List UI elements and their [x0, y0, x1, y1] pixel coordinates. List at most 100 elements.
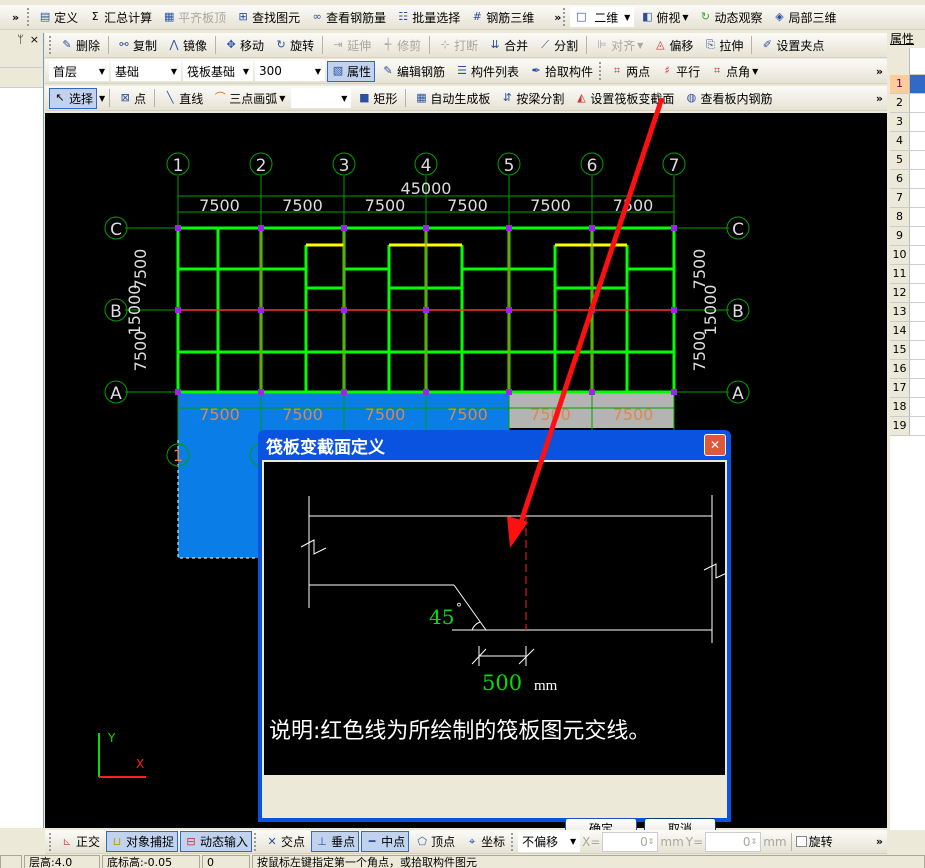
property-row[interactable]: 1: [890, 75, 925, 94]
select-dropdown[interactable]: ▼: [99, 94, 105, 103]
orbit-button[interactable]: ↻ 动态观察: [695, 7, 767, 28]
view-rebar-button[interactable]: ∞ 查看钢筋量: [306, 7, 390, 28]
find-element-button[interactable]: ⊞ 查找图元: [232, 7, 304, 28]
property-row[interactable]: 9: [890, 227, 925, 246]
property-row[interactable]: 13: [890, 303, 925, 322]
category-select[interactable]: 基础 ▼: [111, 61, 181, 81]
property-row[interactable]: 10: [890, 246, 925, 265]
total-height: 15000: [701, 285, 720, 336]
property-row[interactable]: 18: [890, 398, 925, 417]
y-label: Y=: [685, 834, 704, 849]
stretch-button[interactable]: ⎘ 拉伸: [699, 35, 747, 56]
property-row[interactable]: 7: [890, 189, 925, 208]
cube-icon: ◧: [642, 10, 653, 23]
toolbar-overflow-2[interactable]: »: [554, 11, 561, 24]
pin-icon[interactable]: ᛘ: [17, 33, 24, 48]
property-row[interactable]: 12: [890, 284, 925, 303]
rectangle-icon: ■: [359, 91, 370, 104]
property-row[interactable]: 6: [890, 170, 925, 189]
ortho-toggle[interactable]: ⊾ 正交: [56, 831, 104, 852]
property-row[interactable]: 11: [890, 265, 925, 284]
x-input[interactable]: 0 ⇕: [602, 831, 659, 852]
close-icon[interactable]: ×: [30, 33, 39, 48]
stretch-icon: ⎘: [705, 38, 715, 51]
summary-calc-button[interactable]: Σ 汇总计算: [84, 7, 156, 28]
axis-label: 2: [256, 156, 267, 176]
break-button[interactable]: ⊹ 打断: [434, 35, 482, 56]
view-mode-select[interactable]: □ 二维 ▼: [570, 7, 635, 27]
auto-generate-button[interactable]: ▦ 自动生成板: [410, 88, 494, 109]
floor-select[interactable]: 首层 ▼: [49, 61, 109, 81]
row-number: 7: [890, 189, 910, 207]
select-button[interactable]: ↖ 选择: [49, 87, 98, 109]
point-angle-axis-button[interactable]: ⌗ 点角 ▼: [706, 61, 762, 82]
pick-component-button[interactable]: ✒ 拾取构件: [525, 61, 597, 82]
two-point-axis-button[interactable]: ⌗ 两点: [606, 61, 654, 82]
intersection-snap[interactable]: ✕ 交点: [261, 831, 309, 852]
offset-button[interactable]: ◬ 偏移: [649, 35, 697, 56]
toolbar-overflow-4[interactable]: »: [876, 92, 883, 105]
offset-select[interactable]: 不偏移 ▼: [518, 831, 581, 852]
toolbar-overflow-5[interactable]: »: [876, 835, 883, 848]
section-change-dialog: 筏板变截面定义 ✕ 45 ° 500 mm 说明:红色线为所绘制的筏板图元交线。: [258, 430, 731, 840]
property-row[interactable]: 8: [890, 208, 925, 227]
align-button[interactable]: ⊫ 对齐 ▼: [591, 35, 647, 56]
row-number: 18: [890, 398, 910, 416]
span-dimension: 7500: [365, 196, 406, 215]
define-button[interactable]: ▤ 定义: [34, 7, 82, 28]
cursor-icon: ↖: [55, 91, 65, 104]
parallel-axis-button[interactable]: ♯ 平行: [656, 61, 704, 82]
draw-mode-select[interactable]: ▼: [291, 88, 352, 108]
toolbar-overflow-3[interactable]: »: [876, 65, 883, 78]
trim-button[interactable]: ┽ 修剪: [377, 35, 425, 56]
local-3d-button[interactable]: ◈ 局部三维: [769, 7, 841, 28]
view-slab-rebar-button[interactable]: ◍ 查看板内钢筋: [680, 88, 776, 109]
move-button[interactable]: ✥ 移动: [220, 35, 268, 56]
type-select[interactable]: 筏板基础 ▼: [183, 61, 253, 81]
y-input[interactable]: 0 ⇕: [705, 831, 762, 852]
property-row[interactable]: 19: [890, 417, 925, 436]
rebar-3d-button[interactable]: # 钢筋三维: [466, 7, 538, 28]
property-row[interactable]: 14: [890, 322, 925, 341]
arc-button[interactable]: ⌒ 三点画弧 ▼: [209, 88, 289, 109]
midpoint-snap[interactable]: ━ 中点: [361, 831, 410, 852]
extend-button[interactable]: ⇥ 延伸: [327, 35, 375, 56]
point-button[interactable]: ⊠ 点: [114, 88, 150, 109]
property-row[interactable]: 4: [890, 132, 925, 151]
toolbar-overflow[interactable]: »: [12, 11, 19, 24]
set-section-change-button[interactable]: ◭ 设置筏板变截面: [570, 88, 678, 109]
properties-button[interactable]: ▧ 属性: [327, 60, 376, 82]
property-row[interactable]: 3: [890, 113, 925, 132]
property-row[interactable]: 17: [890, 379, 925, 398]
batch-select-button[interactable]: ☷ 批量选择: [392, 7, 464, 28]
align-top-button[interactable]: ▦ 平齐板顶: [158, 7, 230, 28]
toolbar-draw: ↖ 选择 ▼ ⊠ 点 ╲ 直线 ⌒ 三点画弧 ▼ ▼ ■ 矩形 ▦ 自动生成板 ⇵ 按梁分割 ◭ 设…: [45, 86, 887, 111]
row-number: 16: [890, 360, 910, 378]
dynamic-input-toggle[interactable]: ⊟ 动态输入: [180, 831, 253, 852]
delete-button[interactable]: ✎ 删除: [56, 35, 104, 56]
property-row[interactable]: 5: [890, 151, 925, 170]
rectangle-button[interactable]: ■ 矩形: [353, 88, 401, 109]
merge-button[interactable]: ⇊ 合并: [484, 35, 532, 56]
copy-button[interactable]: ⚯ 复制: [113, 35, 161, 56]
property-row[interactable]: 16: [890, 360, 925, 379]
perpendicular-snap[interactable]: ⊥ 垂点: [311, 831, 360, 852]
property-row[interactable]: 2: [890, 94, 925, 113]
line-button[interactable]: ╲ 直线: [159, 88, 207, 109]
component-list-button[interactable]: ☰ 构件列表: [451, 61, 523, 82]
property-row[interactable]: 15: [890, 341, 925, 360]
top-view-button[interactable]: ◧ 俯视 ▼: [636, 7, 692, 28]
set-grip-button[interactable]: ✐ 设置夹点: [756, 35, 828, 56]
mirror-button[interactable]: ⋀ 镜像: [163, 35, 211, 56]
split-button[interactable]: ⟋ 分割: [534, 35, 582, 56]
object-snap-toggle[interactable]: ⊔ 对象捕捉: [106, 831, 179, 852]
vertex-snap[interactable]: ⬠ 顶点: [411, 831, 459, 852]
split-by-beam-button[interactable]: ⇵ 按梁分割: [496, 88, 568, 109]
component-select[interactable]: 300 ▼: [255, 61, 325, 81]
rotate-button[interactable]: ↻ 旋转: [270, 35, 318, 56]
close-icon[interactable]: ✕: [704, 434, 726, 456]
rotate-checkbox[interactable]: [795, 836, 807, 847]
edit-rebar-button[interactable]: ✎ 编辑钢筋: [377, 61, 449, 82]
coordinate-snap[interactable]: ⌖ 坐标: [461, 831, 509, 852]
axis-label: C: [110, 220, 122, 240]
